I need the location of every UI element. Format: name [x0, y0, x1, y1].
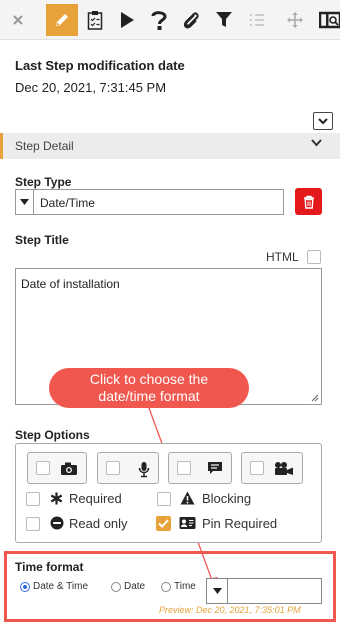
- audio-checkbox[interactable]: [106, 461, 120, 475]
- video-icon: [275, 462, 293, 475]
- video-checkbox[interactable]: [250, 461, 264, 475]
- camera-icon: [61, 462, 77, 475]
- media-option-video[interactable]: [241, 452, 303, 484]
- blocking-label: Blocking: [202, 491, 252, 506]
- media-option-comment[interactable]: [168, 452, 232, 484]
- radio-date-time[interactable]: [20, 582, 30, 592]
- blocking-checkbox[interactable]: [157, 492, 171, 506]
- required-label: Required: [69, 491, 122, 506]
- step-options-label: Step Options: [15, 428, 90, 442]
- pin-required-checkbox[interactable]: [156, 516, 171, 531]
- read-only-checkbox[interactable]: [26, 517, 40, 531]
- comment-checkbox[interactable]: [177, 461, 191, 475]
- radio-date[interactable]: [111, 582, 121, 592]
- dropdown-arrow-icon: [212, 588, 222, 594]
- radio-time[interactable]: [161, 582, 171, 592]
- comment-icon: [208, 462, 222, 474]
- checkmark-icon: [158, 519, 169, 528]
- media-option-camera[interactable]: [27, 452, 87, 484]
- format-preview: Preview: Dec 20, 2021, 7:35:01 PM: [159, 605, 301, 615]
- warning-icon: [180, 491, 195, 505]
- minus-circle-icon: [50, 516, 64, 530]
- microphone-icon: [138, 462, 150, 478]
- read-only-label: Read only: [69, 516, 128, 531]
- format-dropdown[interactable]: [206, 578, 228, 604]
- required-checkbox[interactable]: [26, 492, 40, 506]
- camera-checkbox[interactable]: [36, 461, 50, 475]
- id-card-icon: [179, 517, 196, 529]
- radio-time-label: Time: [174, 581, 196, 592]
- asterisk-icon: [50, 492, 63, 505]
- format-input[interactable]: [228, 578, 322, 604]
- radio-date-label: Date: [124, 581, 146, 592]
- time-format-label: Time format: [15, 560, 84, 574]
- pin-required-label: Pin Required: [202, 516, 278, 531]
- media-option-audio[interactable]: [97, 452, 159, 484]
- radio-date-time-label: Date & Time: [33, 581, 89, 592]
